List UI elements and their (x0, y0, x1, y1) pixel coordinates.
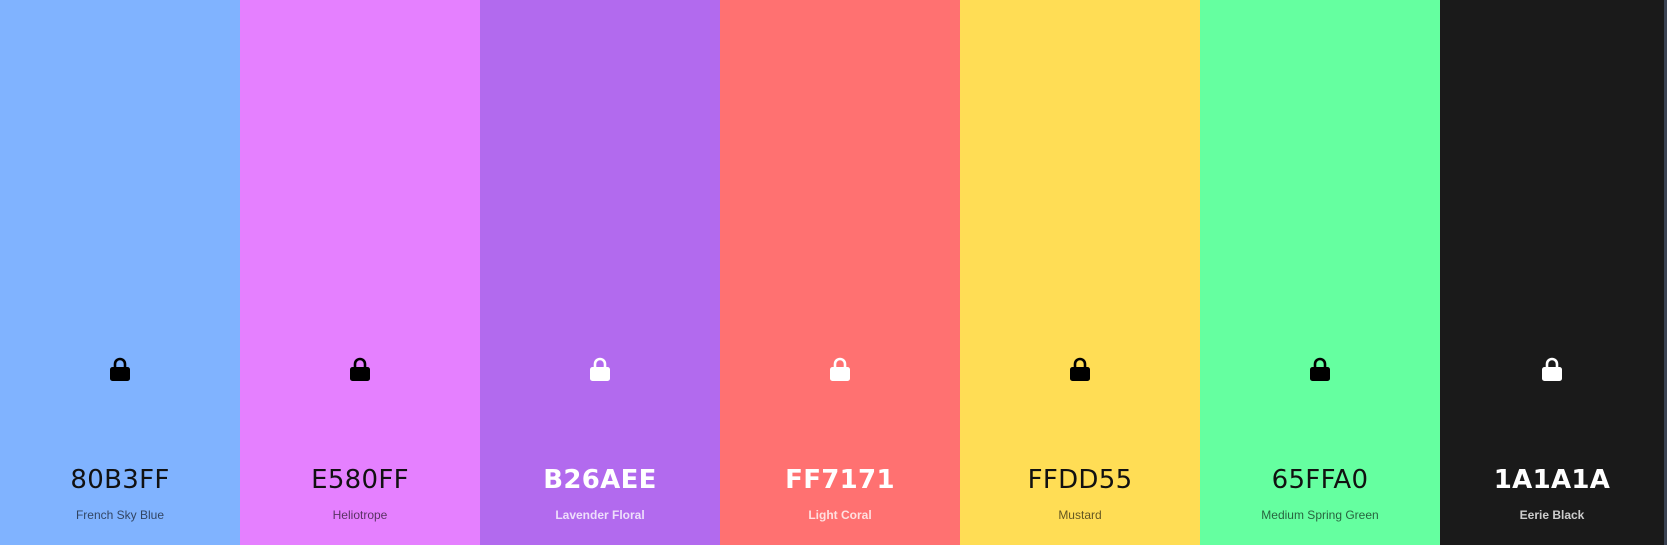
lock-icon[interactable] (1069, 356, 1091, 382)
swatch-lavender-floral[interactable]: B26AEE Lavender Floral (480, 0, 720, 545)
hex-code[interactable]: 80B3FF (0, 462, 240, 498)
hex-code[interactable]: 65FFA0 (1200, 462, 1440, 498)
color-name: Lavender Floral (555, 508, 645, 522)
hex-code[interactable]: E580FF (240, 462, 480, 498)
lock-icon[interactable] (1309, 356, 1331, 382)
lock-icon[interactable] (349, 356, 371, 382)
swatch-medium-spring-green[interactable]: 65FFA0 Medium Spring Green (1200, 0, 1440, 545)
color-name: French Sky Blue (75, 508, 165, 522)
color-name: Eerie Black (1519, 508, 1585, 522)
swatch-light-coral[interactable]: FF7171 Light Coral (720, 0, 960, 545)
color-name: Medium Spring Green (1261, 508, 1379, 522)
color-name: Heliotrope (332, 508, 388, 522)
hex-code[interactable]: 1A1A1A (1440, 462, 1664, 498)
lock-icon[interactable] (109, 356, 131, 382)
swatch-mustard[interactable]: FFDD55 Mustard (960, 0, 1200, 545)
swatch-eerie-black[interactable]: 1A1A1A Eerie Black (1440, 0, 1664, 545)
color-palette: 80B3FF French Sky Blue E580FF Heliotrope… (0, 0, 1664, 545)
lock-icon[interactable] (589, 356, 611, 382)
lock-icon[interactable] (1541, 356, 1563, 382)
color-name: Light Coral (808, 508, 872, 522)
swatch-french-sky-blue[interactable]: 80B3FF French Sky Blue (0, 0, 240, 545)
hex-code[interactable]: FFDD55 (960, 462, 1200, 498)
color-name: Mustard (1058, 508, 1102, 522)
hex-code[interactable]: B26AEE (480, 462, 720, 498)
hex-code[interactable]: FF7171 (720, 462, 960, 498)
swatch-heliotrope[interactable]: E580FF Heliotrope (240, 0, 480, 545)
lock-icon[interactable] (829, 356, 851, 382)
